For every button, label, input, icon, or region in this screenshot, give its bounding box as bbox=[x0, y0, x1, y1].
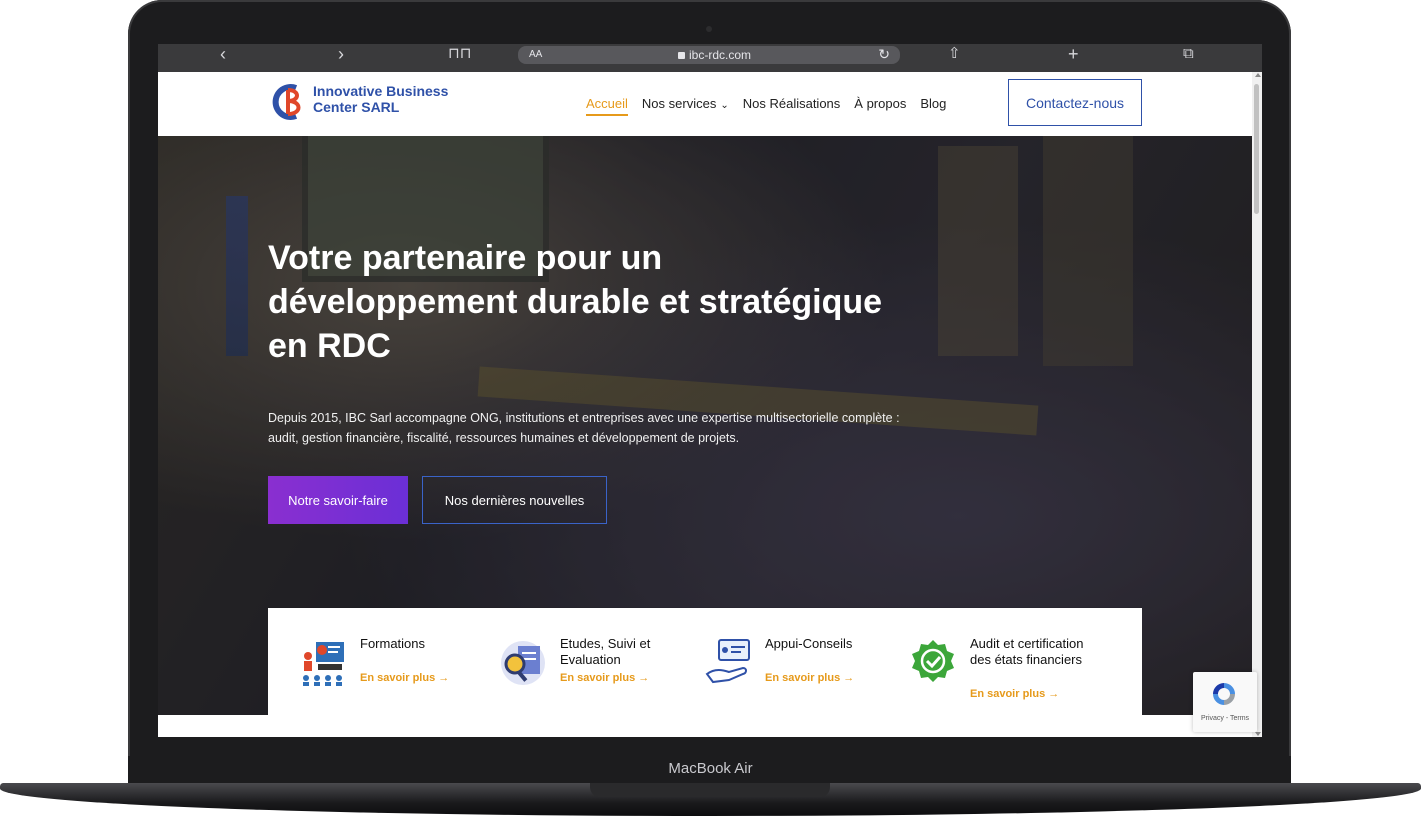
audit-badge-icon bbox=[912, 640, 954, 682]
service-title: Audit et certification des états financi… bbox=[970, 636, 1084, 667]
news-button[interactable]: Nos dernières nouvelles bbox=[422, 476, 607, 524]
learn-more-link[interactable]: En savoir plus → bbox=[360, 672, 449, 684]
recaptcha-terms-link[interactable]: Privacy - Terms bbox=[1193, 715, 1257, 722]
laptop-notch bbox=[590, 783, 830, 797]
share-icon[interactable]: ⇧ bbox=[948, 44, 961, 64]
nav-accueil[interactable]: Accueil bbox=[586, 96, 628, 116]
text-size-button[interactable]: AA bbox=[529, 49, 542, 60]
address-bar[interactable]: AA ibc-rdc.com ↻ bbox=[518, 46, 900, 64]
hero-description: Depuis 2015, IBC Sarl accompagne ONG, in… bbox=[268, 411, 900, 445]
hero-section: Votre partenaire pour un développement d… bbox=[158, 136, 1252, 737]
page-scrollbar[interactable] bbox=[1252, 72, 1262, 737]
nav-services[interactable]: Nos services ⌄ bbox=[642, 96, 729, 116]
service-title: Etudes, Suivi et Evaluation bbox=[560, 636, 651, 667]
logo-icon[interactable] bbox=[270, 82, 306, 122]
main-nav: Accueil Nos services ⌄ Nos Réalisations À… bbox=[586, 96, 946, 116]
screen: ‹ › ⊓⊓ AA ibc-rdc.com ↻ ⇧ + ⧉ Innovative… bbox=[158, 44, 1262, 737]
scroll-thumb[interactable] bbox=[1254, 84, 1259, 214]
training-icon bbox=[303, 642, 344, 686]
evaluation-icon bbox=[501, 641, 545, 685]
scroll-down-icon[interactable] bbox=[1255, 732, 1261, 736]
recaptcha-badge[interactable]: Privacy - Terms bbox=[1193, 672, 1257, 732]
new-tab-icon[interactable]: + bbox=[1068, 44, 1079, 64]
service-title: Appui-Conseils bbox=[765, 636, 853, 651]
nav-realisations[interactable]: Nos Réalisations bbox=[743, 96, 841, 116]
contact-button[interactable]: Contactez-nous bbox=[1008, 79, 1142, 126]
service-title: Formations bbox=[360, 636, 426, 651]
lock-icon bbox=[678, 52, 685, 59]
savoir-faire-button[interactable]: Notre savoir-faire bbox=[268, 476, 408, 524]
camera-icon bbox=[706, 26, 712, 32]
advice-icon bbox=[705, 639, 750, 684]
page-bottom-strip bbox=[158, 715, 1252, 737]
forward-arrow-icon[interactable]: › bbox=[338, 44, 344, 64]
nav-a-propos[interactable]: À propos bbox=[854, 96, 906, 116]
recaptcha-icon bbox=[1213, 683, 1235, 705]
learn-more-link[interactable]: En savoir plus → bbox=[560, 672, 649, 684]
device-label: MacBook Air bbox=[668, 760, 753, 777]
bookmarks-icon[interactable]: ⊓⊓ bbox=[448, 44, 471, 64]
tabs-icon[interactable]: ⧉ bbox=[1183, 44, 1194, 64]
chevron-down-icon: ⌄ bbox=[720, 100, 729, 111]
url-text: ibc-rdc.com bbox=[678, 48, 751, 62]
site-header: Innovative Business Center SARL Accueil … bbox=[158, 72, 1252, 136]
hero-title: Votre partenaire pour un développement d… bbox=[268, 239, 883, 365]
scroll-up-icon[interactable] bbox=[1255, 73, 1261, 77]
back-arrow-icon[interactable]: ‹ bbox=[220, 44, 226, 64]
logo-text[interactable]: Innovative Business Center SARL bbox=[313, 83, 473, 115]
browser-toolbar: ‹ › ⊓⊓ AA ibc-rdc.com ↻ ⇧ + ⧉ bbox=[158, 44, 1262, 72]
learn-more-link[interactable]: En savoir plus → bbox=[970, 688, 1059, 700]
nav-blog[interactable]: Blog bbox=[920, 96, 946, 116]
learn-more-link[interactable]: En savoir plus → bbox=[765, 672, 854, 684]
reload-icon[interactable]: ↻ bbox=[878, 46, 890, 63]
